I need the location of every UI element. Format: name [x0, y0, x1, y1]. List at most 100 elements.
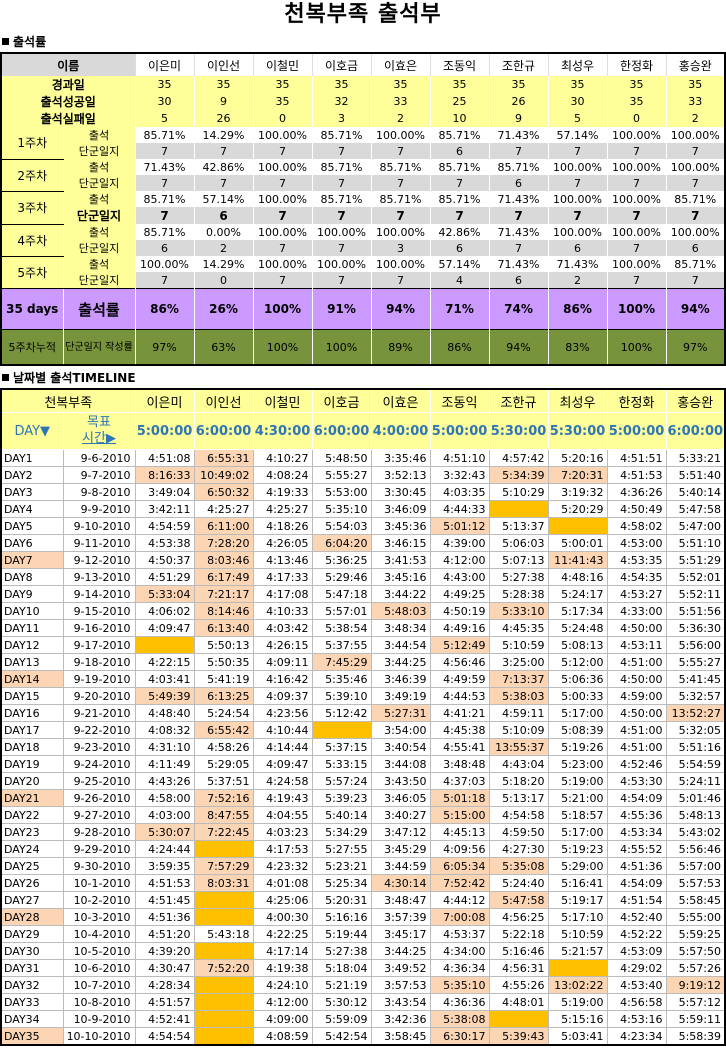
- date-label: 9-18-2010: [62, 653, 136, 671]
- time-cell: 4:50:19: [429, 602, 490, 620]
- rate-value: 91%: [312, 288, 372, 330]
- log-value: 7: [371, 207, 431, 224]
- time-cell: 4:53:35: [606, 551, 667, 569]
- time-cell: 5:58:45: [665, 891, 726, 909]
- timeline-row: DAY12 9-17-2010 5:50:13 4:26:15 5:37:55 3:44:…: [0, 636, 726, 654]
- time-cell: 5:24:11: [665, 772, 726, 790]
- time-cell: 4:26:15: [252, 636, 313, 654]
- section-label: 출석률: [13, 35, 47, 49]
- time-cell: 4:51:53: [606, 466, 667, 484]
- time-cell: 5:36:30: [665, 619, 726, 637]
- log-value: 7: [489, 240, 549, 256]
- time-cell: 5:23:00: [547, 755, 608, 773]
- member-name: 이철민: [253, 53, 313, 76]
- time-cell: 5:17:34: [547, 602, 608, 620]
- attendance-value: 57.14%: [194, 191, 254, 207]
- time-cell: 8:47:55: [193, 806, 254, 824]
- goal-label-line1: 목표: [87, 415, 111, 430]
- attendance-value: 71.43%: [489, 191, 549, 207]
- member-name: 조한규: [488, 388, 549, 413]
- time-cell: 4:51:00: [606, 653, 667, 671]
- log-value: 0: [194, 272, 254, 289]
- log-value: 7: [371, 143, 431, 159]
- log-value: 2: [194, 240, 254, 256]
- time-cell: 4:19:38: [252, 959, 313, 977]
- attendance-value: 71.43%: [135, 159, 195, 175]
- time-cell: 4:17:08: [252, 585, 313, 603]
- time-cell: 5:29:46: [311, 568, 372, 586]
- time-cell: 4:10:33: [252, 602, 313, 620]
- time-cell: 5:47:58: [665, 500, 726, 518]
- time-cell: 3:30:45: [370, 483, 431, 501]
- timeline-row: DAY10 9-15-2010 4:06:02 8:14:46 4:10:33 5:57:…: [0, 602, 726, 620]
- day-label: DAY25: [0, 857, 64, 875]
- time-cell: 3:41:53: [370, 551, 431, 569]
- time-cell: 5:40:14: [665, 483, 726, 501]
- time-cell: 5:38:08: [429, 1010, 490, 1028]
- time-cell: 4:28:34: [134, 976, 195, 994]
- time-cell: 4:53:09: [606, 942, 667, 960]
- summary-value: 35: [371, 76, 431, 93]
- time-cell: 4:24:58: [252, 772, 313, 790]
- time-cell: 3:44:08: [370, 755, 431, 773]
- cumulative-sublabel: 단군일지 작성률: [63, 329, 136, 365]
- timeline-row: DAY29 10-4-2010 4:51:20 5:43:18 4:22:25 5:19:…: [0, 925, 726, 943]
- time-cell: 3:42:36: [370, 1010, 431, 1028]
- missing-cell: [193, 993, 254, 1011]
- time-cell: 5:20:29: [547, 500, 608, 518]
- time-cell: 5:43:18: [193, 925, 254, 943]
- time-cell: 4:45:13: [429, 823, 490, 841]
- day-label: DAY29: [0, 925, 64, 943]
- time-cell: 4:39:00: [429, 534, 490, 552]
- time-cell: 4:51:10: [429, 449, 490, 467]
- section-label: 날짜별 출석TIMELINE: [13, 371, 136, 385]
- missing-cell: [193, 908, 254, 926]
- member-name: 이효은: [371, 53, 431, 76]
- member-name: 이철민: [252, 388, 313, 413]
- missing-cell: [193, 891, 254, 909]
- time-cell: 5:23:21: [311, 857, 372, 875]
- time-cell: 5:51:16: [665, 738, 726, 756]
- goal-time: 5:30:00: [488, 412, 549, 450]
- timeline-row: DAY9 9-14-2010 5:33:04 7:21:17 4:17:08 5:47:1…: [0, 585, 726, 603]
- time-cell: 3:48:47: [370, 891, 431, 909]
- goal-label: 목표 시간▶: [62, 412, 136, 450]
- timeline-row: DAY5 9-10-2010 4:54:59 6:11:00 4:18:26 5:54:0…: [0, 517, 726, 535]
- day-label: DAY12: [0, 636, 64, 654]
- time-cell: 6:04:20: [311, 534, 372, 552]
- missing-cell: [488, 500, 549, 518]
- cumulative-row: 5주차누적 단군일지 작성률 97% 63% 100% 100% 89% 86% 94% 83% 1…: [1, 329, 726, 365]
- timeline-row: DAY13 9-18-2010 4:22:15 5:50:35 4:09:11 7:45:…: [0, 653, 726, 671]
- time-cell: 5:48:03: [370, 602, 431, 620]
- time-cell: 5:35:46: [311, 670, 372, 688]
- time-cell: 4:14:44: [252, 738, 313, 756]
- time-cell: 6:13:40: [193, 619, 254, 637]
- summary-value: 9: [489, 110, 549, 127]
- log-value: 6: [548, 240, 608, 256]
- time-cell: 3:45:16: [370, 568, 431, 586]
- summary-label: 출석성공일: [1, 93, 136, 110]
- time-cell: 4:06:02: [134, 602, 195, 620]
- date-label: 9-8-2010: [62, 483, 136, 501]
- missing-cell: [193, 976, 254, 994]
- log-value: 7: [666, 175, 726, 191]
- time-cell: 5:19:23: [547, 840, 608, 858]
- time-cell: 4:26:05: [252, 534, 313, 552]
- time-cell: 3:49:52: [370, 959, 431, 977]
- time-cell: 4:55:41: [429, 738, 490, 756]
- time-cell: 4:51:57: [134, 993, 195, 1011]
- time-cell: 5:55:27: [665, 653, 726, 671]
- time-cell: 5:10:59: [488, 636, 549, 654]
- time-cell: 5:57:12: [665, 993, 726, 1011]
- date-label: 9-7-2010: [62, 466, 136, 484]
- timeline-row: DAY28 10-3-2010 4:51:36 4:00:30 5:16:16 3:57:…: [0, 908, 726, 926]
- time-cell: 5:57:00: [665, 857, 726, 875]
- time-cell: 4:17:53: [252, 840, 313, 858]
- time-cell: 4:54:09: [606, 789, 667, 807]
- summary-value: 35: [489, 76, 549, 93]
- time-cell: 4:23:32: [252, 857, 313, 875]
- time-cell: 5:12:00: [547, 653, 608, 671]
- time-cell: 5:12:49: [429, 636, 490, 654]
- attendance-value: 71.43%: [489, 224, 549, 240]
- log-value: 7: [135, 207, 195, 224]
